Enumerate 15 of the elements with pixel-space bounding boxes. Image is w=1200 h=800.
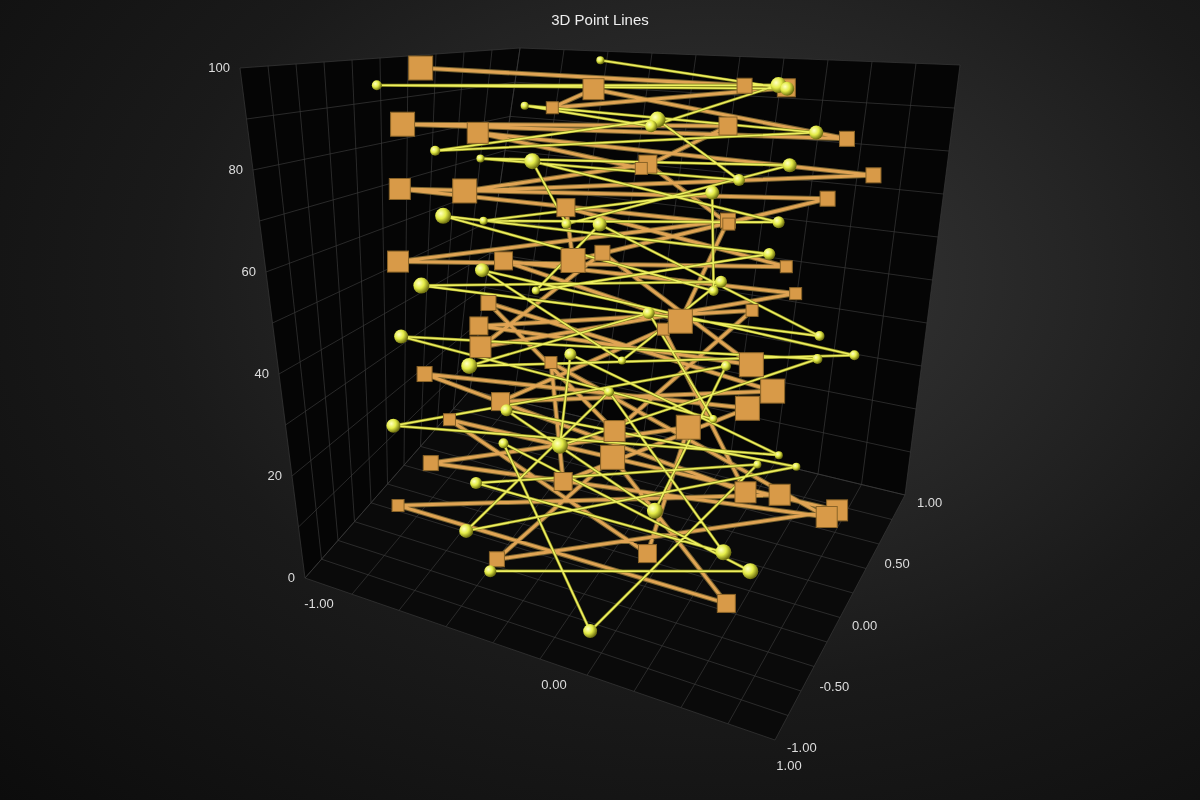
y-axis-label: 40 (254, 366, 269, 381)
y-axis-label: 20 (267, 468, 282, 483)
y-axis-label: 100 (208, 60, 230, 75)
y-axis-label: 0 (287, 570, 295, 585)
x-axis-label: -1.00 (304, 596, 334, 611)
x-axis-label: 1.00 (776, 758, 802, 773)
x-axis-label: 0.00 (541, 677, 567, 692)
z-axis-label: -0.50 (819, 678, 850, 694)
z-axis-label: -1.00 (787, 740, 817, 755)
z-axis-label: 0.00 (852, 617, 878, 633)
y-axis-label: 60 (241, 264, 256, 279)
y-axis-label: 80 (228, 162, 243, 177)
z-axis-label: 1.00 (917, 495, 943, 510)
chart-title: 3D Point Lines (551, 11, 649, 28)
z-axis-label: 0.50 (884, 556, 910, 572)
